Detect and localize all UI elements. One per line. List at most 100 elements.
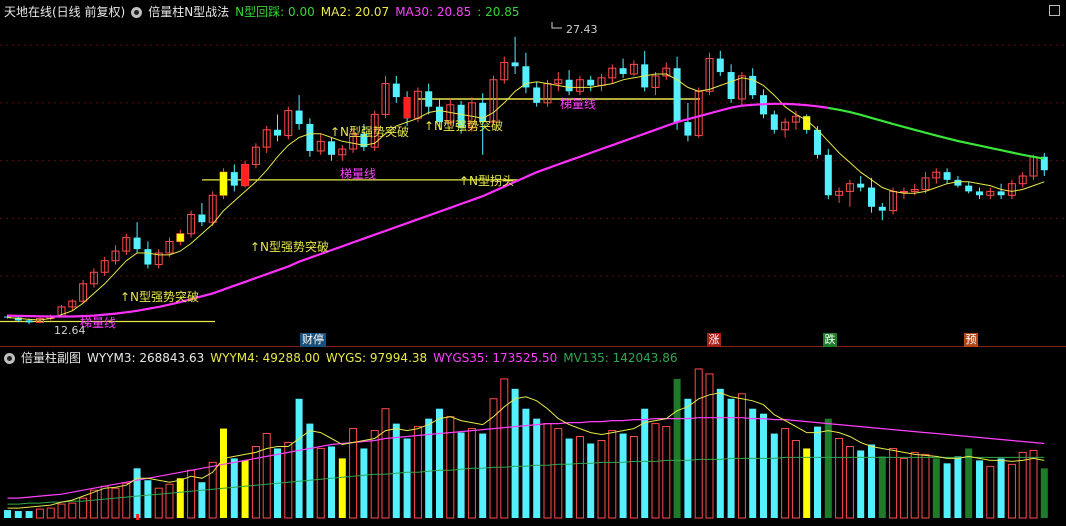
candle-body-down: [868, 187, 875, 207]
volume-bar-down: [360, 448, 368, 518]
signal-candle: [220, 172, 227, 196]
volume-bar-up: [986, 465, 995, 519]
signal-candle: [176, 233, 184, 242]
volume-bar-up: [89, 489, 98, 519]
annotation-label: ↑N型拐头: [459, 173, 514, 188]
volume-bar-green: [673, 378, 681, 518]
volume-bar-up: [629, 436, 638, 519]
candle-body-up: [899, 190, 908, 193]
candle-body-down: [965, 185, 973, 192]
candle-body-down: [824, 154, 832, 196]
volume-bar-down: [770, 433, 778, 518]
candle-body-down: [144, 249, 152, 265]
volume-bar-up: [554, 428, 563, 519]
candle-body-down: [943, 172, 951, 180]
volume-bar-down: [306, 423, 314, 518]
candle-body-down: [392, 83, 400, 98]
volume-bar-signal: [803, 448, 811, 518]
candle-body-down: [878, 206, 886, 211]
high-price-pointer: [551, 22, 562, 29]
candle-body-down: [716, 58, 724, 73]
volume-bar-up: [284, 441, 293, 519]
candle-body-down: [25, 320, 33, 323]
volume-bar-down: [857, 450, 865, 518]
candle-body-down: [749, 75, 757, 96]
volume-bar-down: [4, 510, 11, 518]
volume-bar-up: [694, 368, 703, 519]
candle-body-down: [997, 191, 1005, 196]
volume-bar-up: [608, 430, 617, 519]
volume-bar-up: [154, 487, 163, 519]
volume-bar-up: [543, 423, 552, 519]
candle-body-down: [198, 214, 206, 223]
candle-body-down: [133, 237, 141, 250]
volume-bar-down: [230, 458, 238, 518]
annotation-label: 梯量线: [340, 167, 376, 181]
volume-bar-down: [295, 398, 303, 518]
ma-long-line: [7, 102, 829, 318]
candle-body-down: [857, 183, 865, 188]
volume-bar-up: [251, 445, 260, 519]
candle-body-down: [425, 91, 433, 107]
volume-bar-up: [662, 426, 671, 519]
ma-long-line-green: [828, 106, 1045, 160]
volume-bar-up: [57, 503, 66, 519]
candle-body-down: [306, 124, 314, 151]
volume-bar-down: [814, 426, 821, 518]
volume-bar-down: [198, 482, 206, 518]
volume-bar-down: [641, 408, 649, 518]
candle-body-down: [619, 68, 627, 74]
candle-body-down: [976, 191, 983, 196]
volume-bar-down: [425, 418, 433, 518]
volume-bar-up: [111, 487, 120, 519]
volume-bar-down: [684, 398, 692, 518]
volume-bar-down: [457, 432, 465, 518]
volume-bar-up: [46, 507, 55, 519]
candle-body-down: [673, 68, 681, 123]
volume-bar-up: [1018, 451, 1027, 519]
volume-bar-down: [328, 446, 335, 518]
volume-bar-up: [899, 457, 908, 519]
annotation-label: ↑N型强势突破: [424, 118, 503, 133]
volume-bar-up: [122, 482, 131, 519]
volume-bar-up: [381, 408, 390, 519]
volume-bar-up: [910, 451, 919, 519]
price-volume-chart[interactable]: ↑N型强势突破↑N型强势突破↑N型强势突破 ↑N型强势突破↑N型拐头梯量线梯量线梯…: [0, 0, 1066, 526]
signal-marker: [136, 514, 140, 521]
volume-bar-down: [25, 511, 33, 518]
volume-bar-down: [565, 438, 573, 518]
volume-bar-up: [208, 461, 217, 519]
volume-bar-green: [824, 418, 832, 518]
signal-candle: [403, 97, 411, 119]
volume-bar-up: [500, 378, 509, 519]
volume-bar-down: [868, 444, 875, 518]
volume-bar-up: [68, 502, 77, 519]
ma-short-line: [7, 73, 1045, 321]
candle-body-down: [770, 114, 778, 130]
volume-bar-up: [467, 428, 476, 519]
volume-bar-down: [749, 408, 757, 518]
volume-bar-signal: [220, 428, 227, 518]
volume-bar-signal: [241, 460, 249, 518]
volume-bar-down: [943, 463, 951, 518]
candle-body-down: [230, 172, 238, 186]
volume-bar-signal: [338, 458, 346, 518]
volume-bar-up: [651, 423, 660, 519]
high-price-label: 27.43: [566, 23, 598, 36]
volume-bar-up: [100, 485, 109, 519]
volume-bar-up: [791, 440, 800, 519]
annotation-label: 梯量线: [560, 97, 596, 111]
volume-bar-down: [403, 438, 411, 518]
volume-bar-up: [165, 483, 174, 519]
volume-bar-down: [976, 460, 983, 518]
signal-candle: [241, 164, 249, 186]
annotation-label: ↑N型强势突破: [250, 239, 329, 254]
candle-body-down: [684, 122, 692, 136]
volume-bar-up: [889, 447, 898, 519]
volume-bar-up: [316, 447, 325, 519]
volume-bar-down: [436, 408, 443, 518]
candle-body-down: [814, 129, 821, 155]
volume-bar-green: [1040, 468, 1048, 518]
volume-bar-down: [133, 468, 141, 518]
candle-body-down: [295, 110, 303, 125]
